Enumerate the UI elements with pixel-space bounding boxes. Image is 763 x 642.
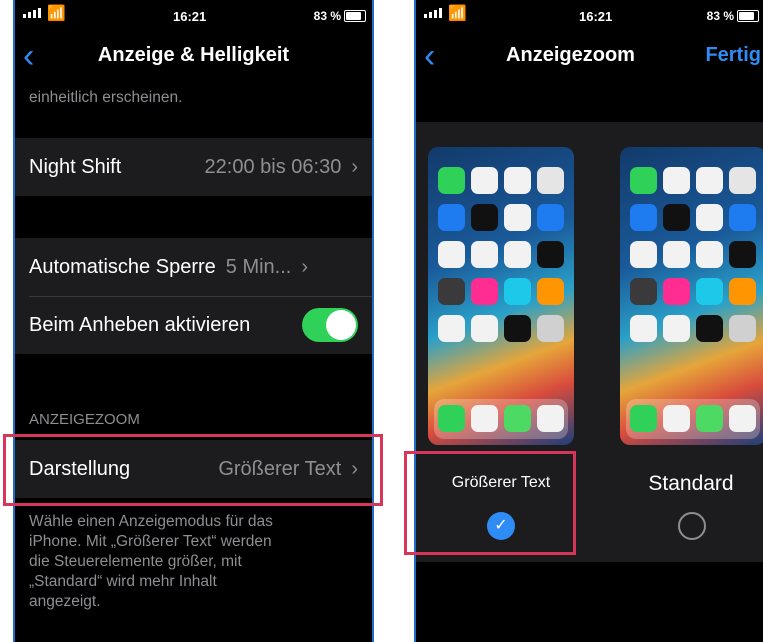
app-icon	[438, 204, 465, 231]
footer-line: angezeigt.	[29, 593, 101, 610]
dock-app-icon	[471, 405, 498, 432]
page-title: Anzeige & Helligkeit	[97, 44, 290, 66]
dock-app-icon	[504, 405, 531, 432]
chevron-left-icon: ‹	[424, 37, 436, 75]
lock-group: Automatische Sperre 5 Min... › Beim Anhe…	[15, 238, 372, 354]
footer-line: Wähle einen Anzeigemodus für das	[29, 513, 273, 530]
back-button[interactable]: ‹	[424, 36, 435, 76]
app-icon	[663, 315, 690, 342]
description-text: einheitlich erscheinen.	[29, 89, 183, 106]
night-shift-row[interactable]: Night Shift 22:00 bis 06:30 ›	[15, 138, 372, 196]
app-icon	[663, 278, 690, 305]
night-shift-label: Night Shift	[29, 155, 122, 178]
app-icon	[504, 278, 531, 305]
navigation-bar: ‹ Anzeige & Helligkeit	[15, 30, 372, 82]
app-icon	[438, 278, 465, 305]
app-icon	[504, 315, 531, 342]
app-icon	[663, 241, 690, 268]
status-time: 16:21	[173, 9, 207, 24]
chevron-right-icon: ›	[301, 255, 309, 278]
battery-percent: 83 %	[313, 9, 341, 23]
app-icon	[630, 278, 657, 305]
app-icon	[471, 204, 498, 231]
night-shift-value: 22:00 bis 06:30	[204, 155, 342, 178]
app-icon	[729, 167, 756, 194]
app-icon	[630, 315, 657, 342]
dock-app-icon	[438, 405, 465, 432]
raise-to-wake-toggle[interactable]	[302, 308, 358, 342]
app-icon	[696, 241, 723, 268]
status-bar: 📶 16:21 83 %	[15, 0, 372, 30]
cellular-signal-icon	[23, 8, 41, 18]
footer-line: iPhone. Mit „Größerer Text“ werden	[29, 533, 272, 550]
option-label-standard: Standard	[648, 472, 734, 495]
status-bar: 📶 16:21 83 %	[416, 0, 763, 30]
battery-percent: 83 %	[706, 9, 734, 23]
app-icon	[537, 167, 564, 194]
app-icon	[504, 241, 531, 268]
standard-preview[interactable]	[620, 147, 763, 445]
app-icon	[504, 204, 531, 231]
highlight-display-mode	[3, 434, 383, 506]
app-icon	[471, 167, 498, 194]
app-icon	[663, 204, 690, 231]
dock-app-icon	[537, 405, 564, 432]
dock-app-icon	[663, 405, 690, 432]
settings-phone-screen: 📶 16:21 83 % ‹ Anzeige & Helligkeit einh…	[13, 0, 374, 642]
app-icon	[696, 278, 723, 305]
auto-lock-label: Automatische Sperre	[29, 255, 216, 278]
navigation-bar: ‹ Anzeigezoom Fertig	[416, 30, 763, 82]
highlight-larger-text-option	[404, 451, 576, 555]
app-icon	[630, 241, 657, 268]
app-icon	[471, 241, 498, 268]
section-header: ANZEIGEZOOM	[29, 411, 140, 428]
chevron-right-icon: ›	[351, 155, 358, 178]
app-icon	[537, 278, 564, 305]
battery-icon	[737, 10, 759, 22]
app-icon	[729, 241, 756, 268]
raise-to-wake-row: Beim Anheben aktivieren	[15, 296, 372, 354]
dock-app-icon	[696, 405, 723, 432]
app-icon	[696, 315, 723, 342]
wifi-icon: 📶	[448, 5, 467, 22]
auto-lock-value: 5 Min...	[225, 255, 292, 278]
app-icon	[438, 167, 465, 194]
wifi-icon: 📶	[47, 5, 66, 22]
footer-line: die Steuerelemente größer, mit	[29, 553, 242, 570]
done-button[interactable]: Fertig	[705, 44, 761, 67]
app-icon	[729, 204, 756, 231]
battery-indicator: 83 %	[707, 9, 759, 23]
app-icon	[537, 204, 564, 231]
footer-text: Wähle einen Anzeigemodus für das iPhone.…	[29, 512, 358, 612]
dock-app-icon	[630, 405, 657, 432]
app-icon	[729, 278, 756, 305]
app-icon	[438, 315, 465, 342]
battery-indicator: 83 %	[314, 9, 366, 23]
cellular-signal-icon	[424, 8, 442, 18]
auto-lock-row[interactable]: Automatische Sperre 5 Min... ›	[15, 238, 372, 296]
app-icon	[537, 315, 564, 342]
battery-icon	[344, 10, 366, 22]
footer-line: „Standard“ wird mehr Inhalt	[29, 573, 217, 590]
app-icon	[471, 278, 498, 305]
app-icon	[438, 241, 465, 268]
app-icon	[504, 167, 531, 194]
app-icon	[471, 315, 498, 342]
app-icon	[630, 167, 657, 194]
dock-app-icon	[729, 405, 756, 432]
night-shift-group: Night Shift 22:00 bis 06:30 ›	[15, 138, 372, 196]
status-time: 16:21	[579, 9, 613, 24]
app-icon	[663, 167, 690, 194]
app-icon	[696, 204, 723, 231]
app-icon	[696, 167, 723, 194]
larger-text-preview[interactable]	[428, 147, 574, 445]
app-icon	[729, 315, 756, 342]
app-icon	[630, 204, 657, 231]
page-title: Anzeigezoom	[506, 44, 635, 66]
app-icon	[537, 241, 564, 268]
radio-unselected-icon[interactable]	[678, 512, 706, 540]
raise-to-wake-label: Beim Anheben aktivieren	[29, 313, 251, 336]
